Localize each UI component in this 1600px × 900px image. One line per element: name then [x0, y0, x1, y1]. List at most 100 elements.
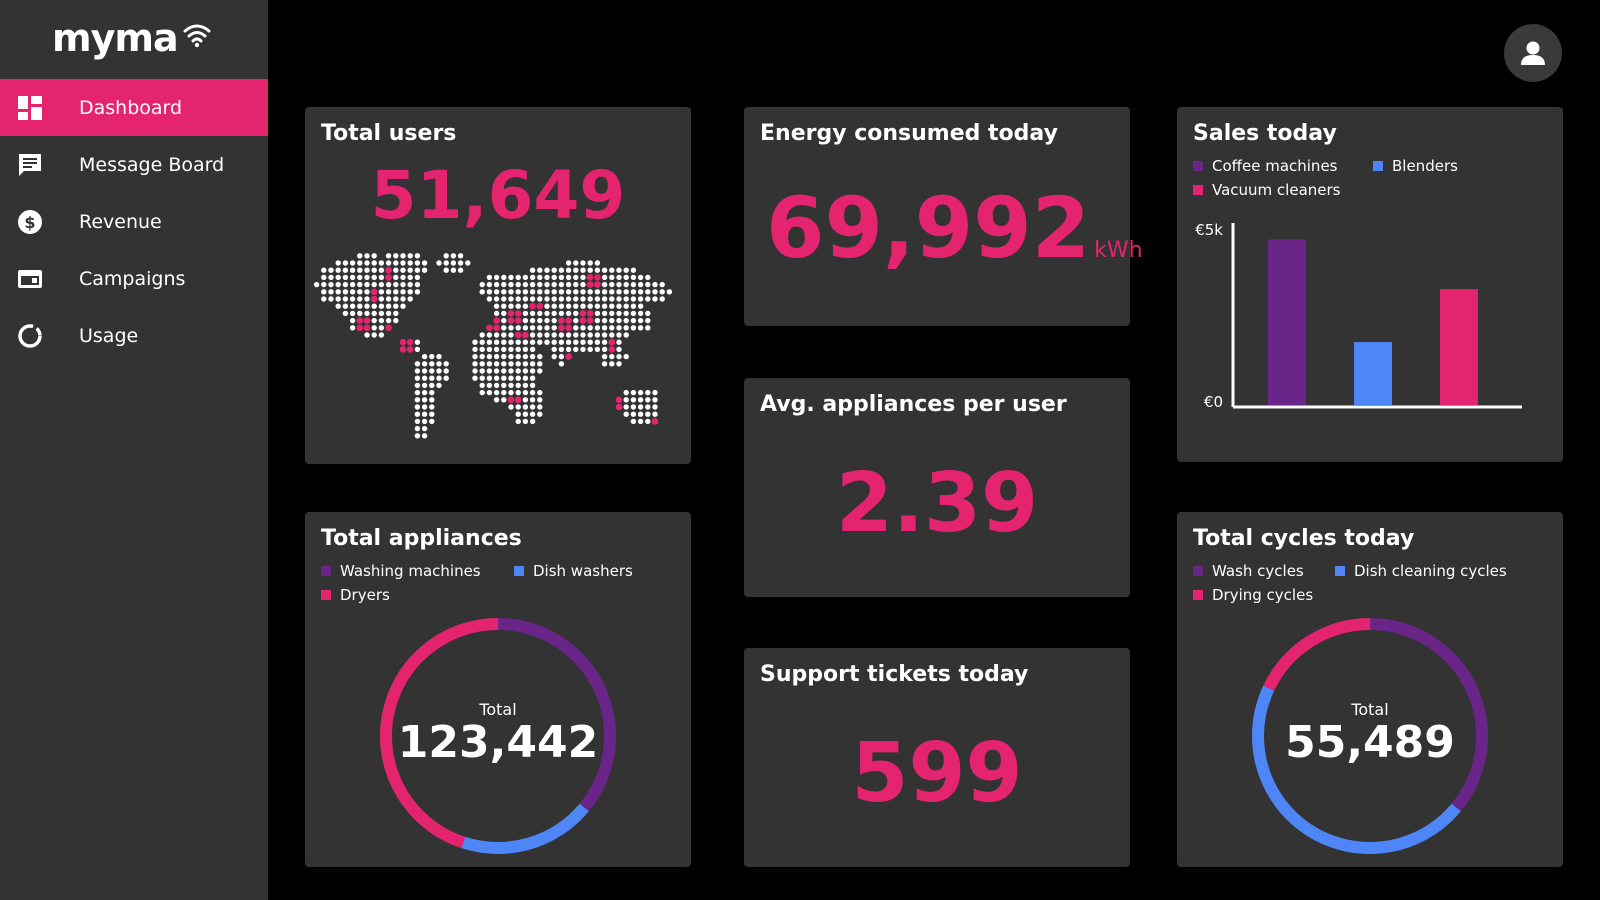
legend-item: Wash cycles — [1193, 562, 1304, 580]
sidebar-item-revenue[interactable]: $ Revenue — [0, 193, 268, 250]
map-dot — [508, 346, 514, 353]
map-dot — [429, 375, 435, 381]
map-dot — [349, 296, 356, 302]
map-dot — [493, 317, 500, 324]
map-dot — [371, 303, 377, 309]
map-dot — [529, 361, 536, 367]
map-dot — [637, 397, 644, 403]
legend-item: Washing machines — [321, 562, 481, 580]
sidebar-item-campaigns[interactable]: Campaigns — [0, 250, 268, 307]
user-avatar-button[interactable] — [1504, 24, 1562, 82]
map-dot — [414, 260, 421, 266]
map-dot — [378, 267, 385, 273]
sidebar-item-usage[interactable]: Usage — [0, 307, 268, 364]
map-dot — [565, 324, 572, 332]
map-dot — [436, 353, 442, 360]
map-dot — [421, 382, 428, 389]
app-logo[interactable]: myma — [52, 8, 212, 68]
map-dot — [529, 389, 536, 396]
map-dot — [565, 317, 572, 324]
legend-item: Drying cycles — [1193, 586, 1313, 604]
map-dot — [486, 274, 493, 281]
map-dot — [385, 260, 392, 266]
map-dot — [637, 303, 644, 309]
donut-center: Total 55,489 — [1245, 700, 1495, 767]
map-dot — [493, 303, 500, 309]
map-dot — [529, 375, 536, 381]
map-dot — [601, 289, 608, 295]
map-dot — [364, 260, 370, 266]
map-dot — [486, 281, 493, 288]
map-dot — [580, 332, 586, 338]
map-dot — [486, 361, 493, 367]
map-dot — [565, 274, 572, 281]
map-dot — [515, 375, 521, 381]
map-dot — [616, 267, 622, 273]
map-dot — [616, 274, 622, 281]
map-dot — [364, 289, 370, 295]
map-dot — [486, 339, 493, 345]
map-dot — [558, 310, 565, 317]
map-dot — [522, 325, 529, 331]
map-dot — [630, 303, 637, 309]
map-dot — [529, 382, 536, 389]
map-dot — [573, 339, 579, 345]
map-dot — [479, 353, 485, 360]
world-map — [313, 253, 673, 439]
map-dot — [508, 339, 514, 345]
map-dot — [601, 310, 608, 317]
donut-total-value: 55,489 — [1285, 717, 1455, 768]
map-dot — [443, 368, 449, 374]
map-dot — [357, 310, 363, 317]
map-dot — [608, 346, 616, 353]
map-dot — [565, 346, 572, 353]
map-dot — [515, 274, 521, 281]
map-dot — [493, 389, 500, 396]
map-dot — [536, 302, 544, 310]
map-dot — [601, 332, 608, 338]
map-dot — [652, 289, 658, 295]
card-title: Total users — [321, 121, 457, 146]
map-dot — [356, 324, 364, 332]
map-dot — [414, 418, 421, 425]
map-dot — [414, 404, 421, 410]
map-dot — [623, 281, 629, 288]
map-dot — [507, 310, 515, 317]
map-dot — [342, 260, 349, 266]
map-dot — [393, 281, 399, 288]
energy-value: 69,992 — [766, 179, 1091, 277]
legend-item: Blenders — [1373, 157, 1458, 175]
map-dot — [421, 375, 428, 381]
map-dot — [537, 397, 543, 403]
avg-appliances-value: 2.39 — [835, 456, 1039, 551]
map-dot — [587, 267, 593, 273]
map-dot — [616, 339, 622, 345]
legend-swatch — [1373, 161, 1383, 171]
map-dot — [479, 389, 485, 396]
map-dot — [587, 296, 593, 302]
map-dot — [400, 289, 406, 295]
map-dot — [558, 289, 565, 295]
map-dot — [393, 310, 399, 317]
sidebar-item-dashboard[interactable]: Dashboard — [0, 79, 268, 136]
map-dot — [328, 274, 334, 281]
map-dot — [349, 260, 356, 266]
map-dot — [414, 267, 421, 273]
map-dot — [594, 317, 601, 324]
map-dot — [436, 361, 442, 367]
map-dot — [321, 274, 327, 281]
map-dot — [335, 274, 341, 281]
map-dot — [594, 260, 601, 266]
map-dot — [587, 289, 593, 295]
map-dot — [522, 281, 529, 288]
map-dot — [364, 274, 370, 281]
sidebar-item-message-board[interactable]: Message Board — [0, 136, 268, 193]
legend-swatch — [321, 566, 331, 576]
map-dot — [551, 339, 557, 345]
message-icon — [17, 152, 43, 178]
map-dot — [414, 433, 421, 439]
map-dot — [479, 346, 485, 353]
map-dot — [472, 346, 478, 353]
map-dot — [537, 317, 543, 324]
map-dot — [479, 339, 485, 345]
